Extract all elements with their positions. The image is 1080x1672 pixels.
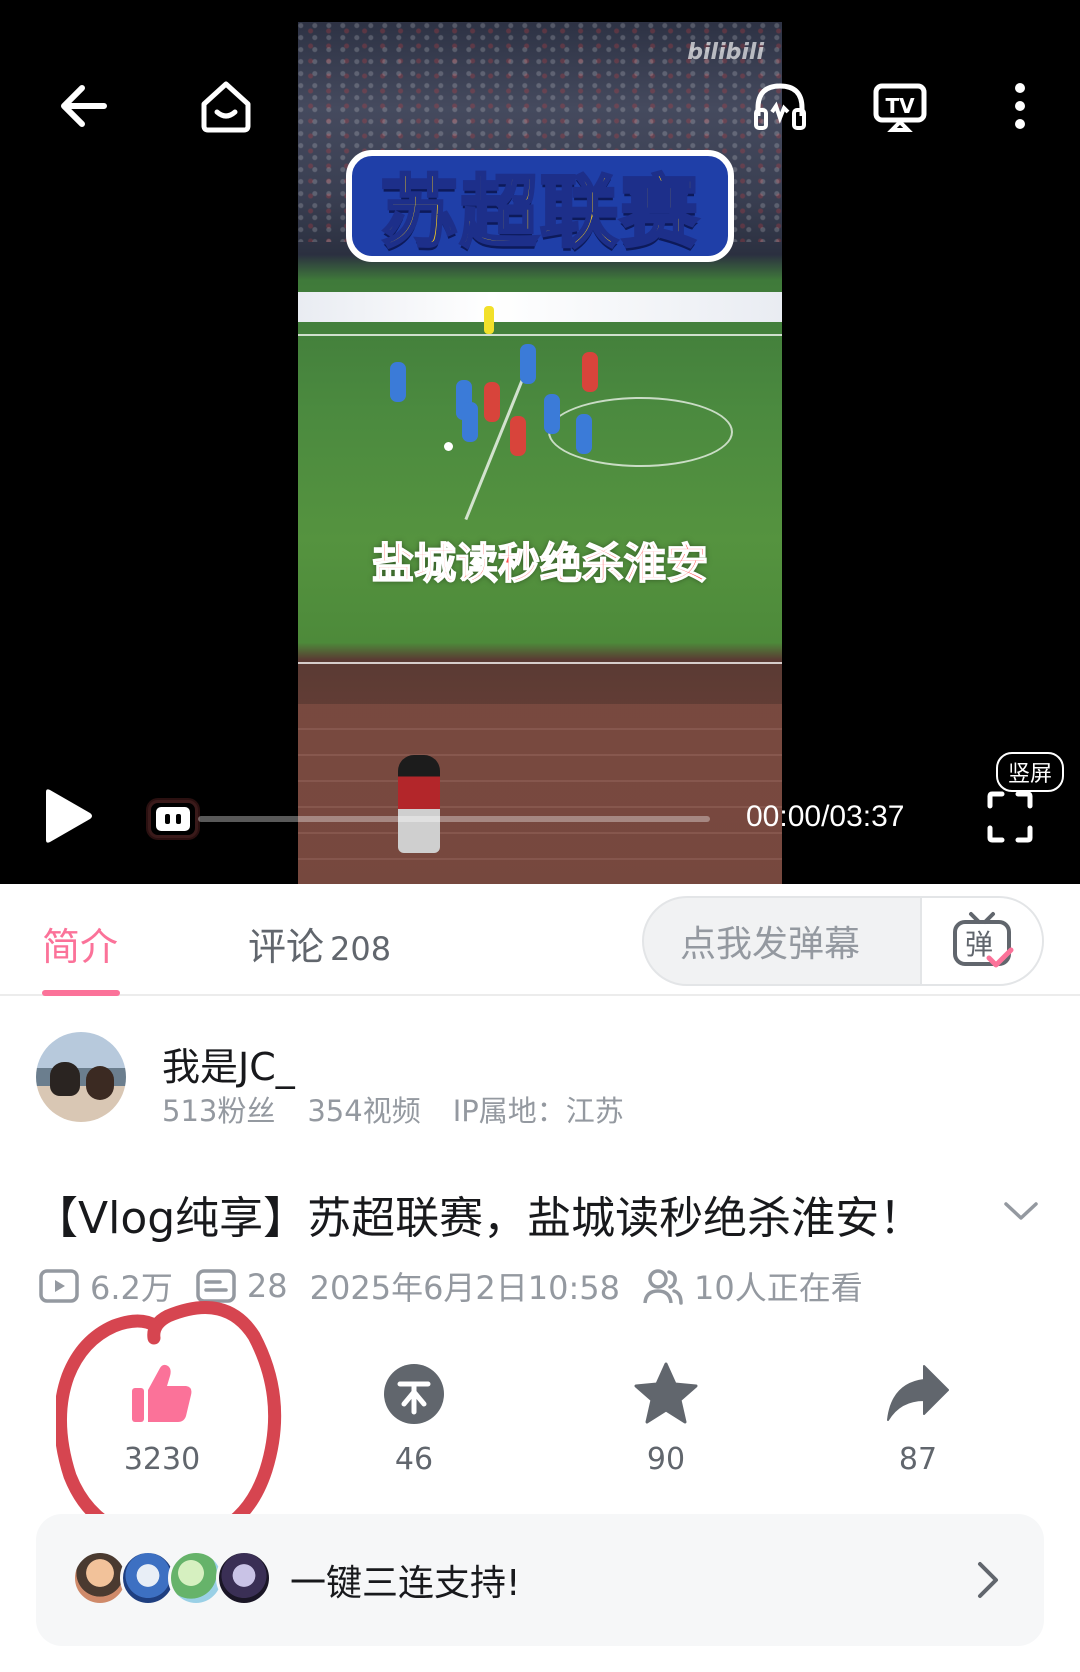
ball	[444, 442, 453, 451]
player-blue	[520, 344, 536, 384]
uploader-avatar[interactable]	[36, 1032, 126, 1122]
player-blue	[544, 394, 560, 434]
thumbs-up-icon	[132, 1364, 192, 1422]
triple-support-label: 一键三连支持!	[290, 1563, 521, 1604]
play-icon[interactable]	[36, 786, 96, 846]
video-overlay-caption: 盐城读秒绝杀淮安	[371, 538, 709, 589]
player-blue	[576, 414, 592, 454]
running-track	[298, 704, 782, 884]
danmaku-send-button[interactable]: 弹	[920, 898, 1042, 984]
ad-board	[298, 292, 782, 322]
coin-count: 46	[394, 1442, 434, 1477]
publish-date: 2025年6月2日10:58	[309, 1269, 621, 1307]
coin-button[interactable]: 46	[354, 1360, 474, 1477]
viewers-icon	[643, 1269, 683, 1305]
coin-icon	[384, 1364, 444, 1424]
favorite-count: 90	[646, 1442, 686, 1477]
share-icon	[887, 1365, 949, 1421]
vertical-screen-button[interactable]: 竖屏	[996, 752, 1065, 792]
chevron-right-icon	[978, 1562, 998, 1598]
share-button[interactable]: 87	[858, 1360, 978, 1477]
svg-text:TV: TV	[885, 94, 915, 118]
danmaku-input[interactable]: 点我发弹幕	[644, 898, 922, 984]
chevron-down-icon[interactable]	[1000, 1190, 1042, 1232]
time-label: 00:00/03:37	[746, 800, 905, 833]
player-red	[510, 416, 526, 456]
video-meta-row: 6.2万 28 2025年6月2日10:58 10人正在看	[38, 1264, 863, 1308]
video-frame[interactable]: bilibili 苏超联赛 盐城读秒绝杀淮安	[298, 22, 782, 884]
pitch-line	[298, 662, 782, 664]
danmaku-input-box[interactable]: 点我发弹幕 弹	[642, 896, 1044, 986]
tab-comments-label: 评论	[248, 925, 325, 969]
danmaku-tv-icon: 弹	[953, 912, 1014, 968]
progress-bar[interactable]	[198, 816, 710, 822]
back-arrow-icon[interactable]	[52, 74, 116, 138]
more-vertical-icon[interactable]	[988, 74, 1052, 138]
home-icon[interactable]	[194, 74, 258, 138]
tab-active-indicator	[42, 990, 120, 996]
play-count-icon	[39, 1269, 79, 1303]
sideline-person	[398, 755, 440, 853]
share-count: 87	[898, 1442, 938, 1477]
player-blue	[390, 362, 406, 402]
video-overlay-title: 苏超联赛	[346, 150, 734, 262]
danmaku-toggle-icon[interactable]	[148, 800, 198, 838]
player-red	[484, 382, 500, 422]
uploader-followers: 513粉丝	[162, 1094, 276, 1128]
tab-comments-count: 208	[330, 930, 392, 968]
player-blue	[462, 402, 478, 442]
pitch-line	[298, 334, 782, 336]
like-count: 3230	[123, 1442, 201, 1477]
favorite-button[interactable]: 90	[606, 1360, 726, 1477]
danmaku-count: 28	[246, 1267, 288, 1305]
assistant-referee	[484, 306, 494, 334]
watching-now: 10人正在看	[694, 1269, 863, 1307]
bilibili-watermark: bilibili	[687, 40, 764, 65]
tab-comments[interactable]: 评论 208	[248, 916, 391, 971]
uploader-name[interactable]: 我是JC_	[162, 1036, 295, 1091]
uploader-ip: IP属地：江苏	[452, 1094, 624, 1128]
headphones-icon[interactable]	[748, 74, 812, 138]
supporter-avatar	[216, 1550, 272, 1606]
triple-support-bar[interactable]: 一键三连支持!	[36, 1514, 1044, 1646]
uploader-stats: 513粉丝 354视频 IP属地：江苏	[162, 1088, 624, 1130]
supporter-avatars	[72, 1550, 272, 1610]
like-button[interactable]: 3230	[102, 1360, 222, 1477]
player-red	[582, 352, 598, 392]
view-count: 6.2万	[90, 1269, 173, 1307]
tab-intro[interactable]: 简介	[42, 916, 118, 971]
video-title: 【Vlog纯享】苏超联赛，盐城读秒绝杀淮安！	[34, 1193, 924, 1244]
tv-cast-icon[interactable]: TV	[868, 74, 932, 138]
uploader-videos: 354视频	[307, 1094, 421, 1128]
video-player[interactable]: bilibili 苏超联赛 盐城读秒绝杀淮安 TV 00:00/03:37 竖屏	[0, 0, 1080, 884]
star-icon	[634, 1362, 698, 1424]
danmaku-count-icon	[196, 1269, 236, 1303]
fullscreen-icon[interactable]	[986, 790, 1034, 844]
